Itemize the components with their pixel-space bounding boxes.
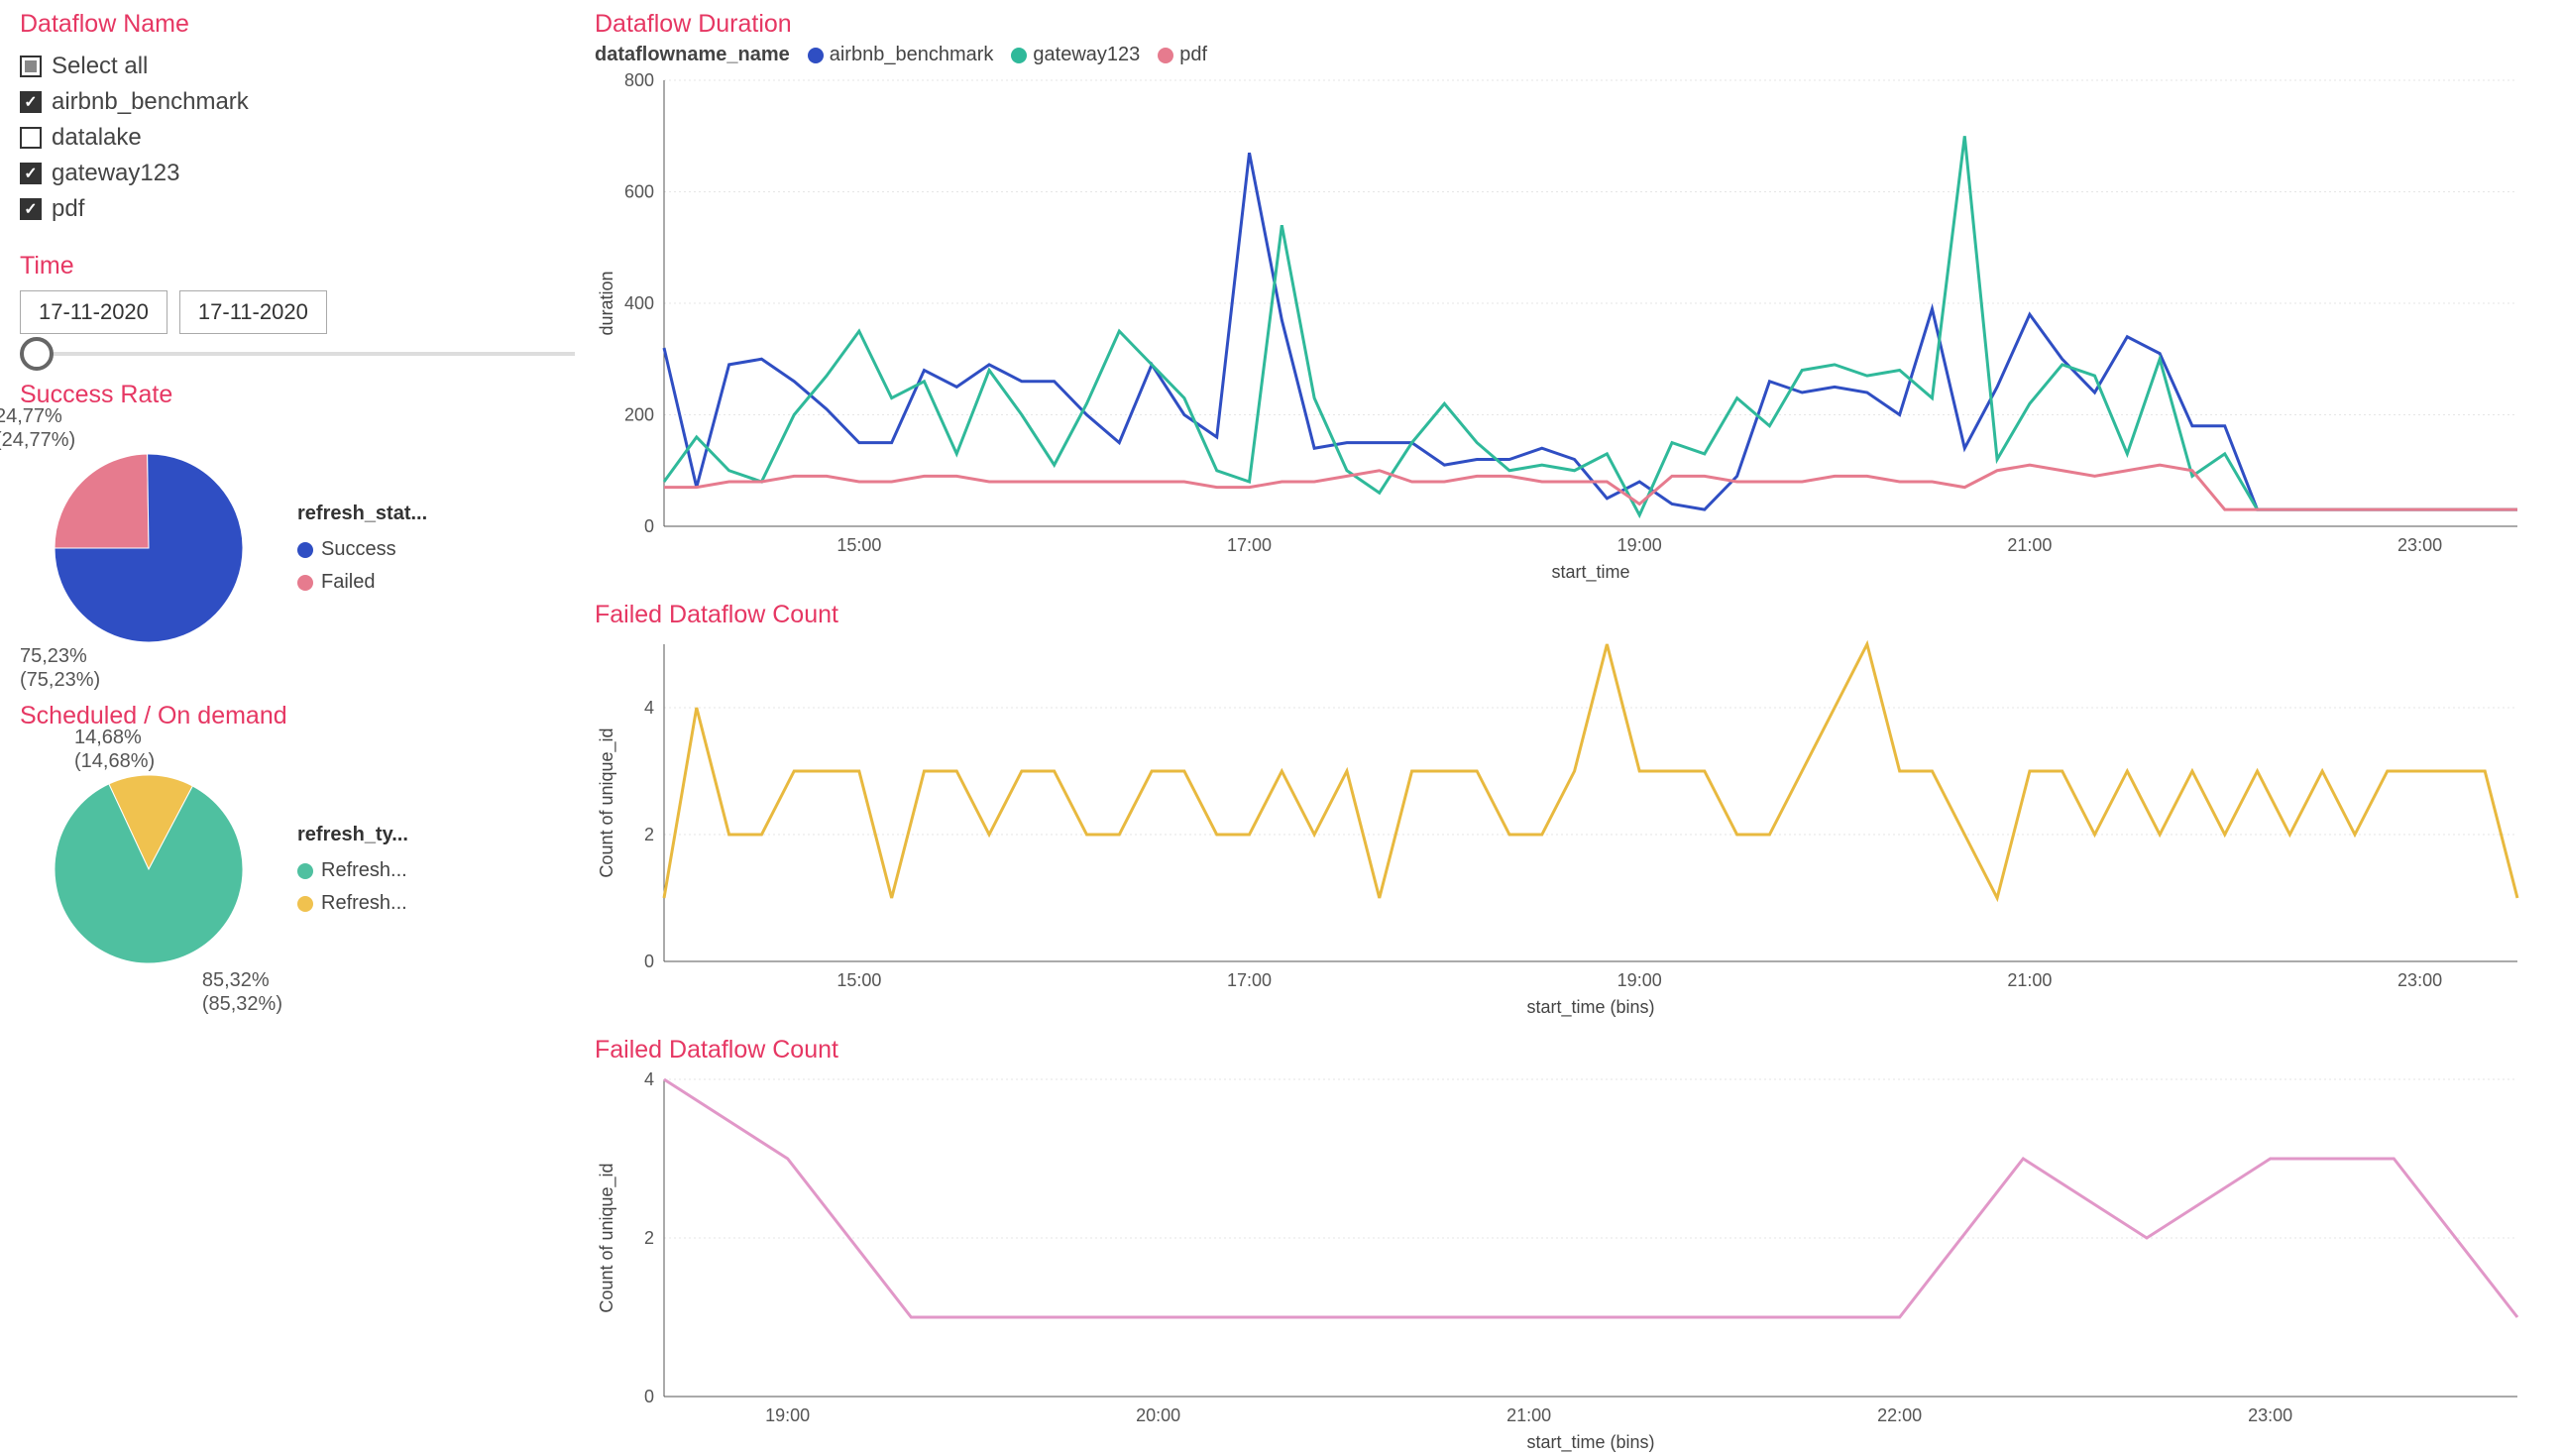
swatch-icon xyxy=(297,542,313,558)
svg-text:23:00: 23:00 xyxy=(2397,970,2442,990)
pie-label-success: 75,23%(75,23%) xyxy=(20,644,100,692)
date-from-input[interactable]: 17-11-2020 xyxy=(20,290,167,334)
svg-text:19:00: 19:00 xyxy=(765,1405,810,1425)
svg-text:2: 2 xyxy=(644,1228,654,1248)
svg-text:800: 800 xyxy=(624,70,654,90)
pie-label-failed: 24,77%(24,77%) xyxy=(0,404,75,452)
svg-text:21:00: 21:00 xyxy=(1506,1405,1551,1425)
legend-label: Refresh... xyxy=(321,859,407,882)
success-rate-title: Success Rate xyxy=(20,381,575,409)
swatch-icon xyxy=(297,575,313,591)
swatch-icon xyxy=(297,863,313,879)
date-to-input[interactable]: 17-11-2020 xyxy=(179,290,327,334)
filter-label: airbnb_benchmark xyxy=(52,88,249,116)
svg-text:17:00: 17:00 xyxy=(1227,535,1272,555)
checkbox-icon[interactable] xyxy=(20,198,42,220)
filter-label: Select all xyxy=(52,53,148,80)
svg-text:start_time (bins): start_time (bins) xyxy=(1526,997,1654,1018)
svg-text:17:00: 17:00 xyxy=(1227,970,1272,990)
filter-label: pdf xyxy=(52,195,84,223)
legend-item[interactable]: gateway123 xyxy=(1011,44,1140,66)
filter-item-airbnb-benchmark[interactable]: airbnb_benchmark xyxy=(20,84,575,120)
swatch-icon xyxy=(1011,48,1027,63)
svg-text:19:00: 19:00 xyxy=(1617,535,1662,555)
legend-item[interactable]: Success xyxy=(297,538,427,561)
svg-text:0: 0 xyxy=(644,1387,654,1406)
success-rate-panel: Success Rate 24,77%(24,77%) 75,23%(75,23… xyxy=(20,381,575,677)
svg-text:22:00: 22:00 xyxy=(1877,1405,1922,1425)
svg-text:15:00: 15:00 xyxy=(836,535,881,555)
scheduled-panel: Scheduled / On demand 14,68%(14,68%) 85,… xyxy=(20,702,575,998)
svg-text:0: 0 xyxy=(644,952,654,971)
legend-item[interactable]: pdf xyxy=(1158,44,1207,66)
chart-title: Dataflow Duration xyxy=(595,10,2543,39)
time-title: Time xyxy=(20,252,575,280)
svg-text:400: 400 xyxy=(624,293,654,313)
filter-label: datalake xyxy=(52,124,142,152)
time-panel: Time 17-11-2020 17-11-2020 xyxy=(20,252,575,356)
svg-text:4: 4 xyxy=(644,1069,654,1089)
checkbox-icon[interactable] xyxy=(20,56,42,77)
checkbox-icon[interactable] xyxy=(20,91,42,113)
svg-text:Count of unique_id: Count of unique_id xyxy=(597,728,617,877)
svg-text:20:00: 20:00 xyxy=(1136,1405,1180,1425)
scheduled-pie: 14,68%(14,68%) 85,32%(85,32%) xyxy=(20,740,278,998)
svg-text:21:00: 21:00 xyxy=(2007,535,2052,555)
svg-text:600: 600 xyxy=(624,182,654,202)
svg-text:duration: duration xyxy=(597,271,616,335)
checkbox-icon[interactable] xyxy=(20,127,42,149)
svg-text:23:00: 23:00 xyxy=(2397,535,2442,555)
success-rate-legend: refresh_stat... Success Failed xyxy=(297,503,427,594)
filter-panel: Dataflow Name Select all airbnb_benchmark… xyxy=(20,10,575,227)
success-rate-pie: 24,77%(24,77%) 75,23%(75,23%) xyxy=(20,419,278,677)
chart-title: Failed Dataflow Count xyxy=(595,601,2543,629)
filter-item-pdf[interactable]: pdf xyxy=(20,191,575,227)
svg-text:start_time (bins): start_time (bins) xyxy=(1526,1432,1654,1453)
swatch-icon xyxy=(1158,48,1173,63)
legend-title: refresh_ty... xyxy=(297,824,408,846)
svg-text:2: 2 xyxy=(644,825,654,844)
legend-label: pdf xyxy=(1179,44,1207,66)
svg-text:21:00: 21:00 xyxy=(2007,970,2052,990)
svg-text:Count of unique_id: Count of unique_id xyxy=(597,1163,617,1312)
filter-item-datalake[interactable]: datalake xyxy=(20,120,575,156)
filter-item-select-all[interactable]: Select all xyxy=(20,49,575,84)
legend-label: Success xyxy=(321,538,396,561)
svg-text:4: 4 xyxy=(644,698,654,718)
legend-item[interactable]: Refresh... xyxy=(297,892,408,915)
swatch-icon xyxy=(808,48,824,63)
legend-label: airbnb_benchmark xyxy=(830,44,994,66)
svg-text:23:00: 23:00 xyxy=(2248,1405,2292,1425)
svg-text:start_time: start_time xyxy=(1551,562,1629,583)
filter-label: gateway123 xyxy=(52,160,179,187)
svg-text:200: 200 xyxy=(624,405,654,425)
chart-failed_count_b: Failed Dataflow Count 0 2 4 19:00 20:00 21:00 2… xyxy=(595,1036,2543,1456)
legend-title: refresh_stat... xyxy=(297,503,427,525)
chart-duration: Dataflow Duration dataflowname_nameairbnb… xyxy=(595,10,2543,586)
legend-item[interactable]: Refresh... xyxy=(297,859,408,882)
filter-item-gateway123[interactable]: gateway123 xyxy=(20,156,575,191)
svg-text:0: 0 xyxy=(644,516,654,536)
legend-item[interactable]: Failed xyxy=(297,571,427,594)
time-slider[interactable] xyxy=(20,352,575,356)
filter-title: Dataflow Name xyxy=(20,10,575,39)
legend-item[interactable]: airbnb_benchmark xyxy=(808,44,994,66)
pie-label-ondemand: 14,68%(14,68%) xyxy=(74,726,155,773)
legend-label: Refresh... xyxy=(321,892,407,915)
time-slider-handle[interactable] xyxy=(20,337,54,371)
legend-label: Failed xyxy=(321,571,375,594)
checkbox-icon[interactable] xyxy=(20,163,42,184)
svg-text:15:00: 15:00 xyxy=(836,970,881,990)
scheduled-legend: refresh_ty... Refresh... Refresh... xyxy=(297,824,408,915)
pie-label-scheduled: 85,32%(85,32%) xyxy=(202,968,282,1016)
legend-label: gateway123 xyxy=(1033,44,1140,66)
svg-text:19:00: 19:00 xyxy=(1617,970,1662,990)
chart-failed_count_a: Failed Dataflow Count 0 2 4 15:00 17:00 19:00 2… xyxy=(595,601,2543,1021)
chart-legend: dataflowname_nameairbnb_benchmarkgateway… xyxy=(595,44,2543,66)
chart-title: Failed Dataflow Count xyxy=(595,1036,2543,1064)
swatch-icon xyxy=(297,896,313,912)
